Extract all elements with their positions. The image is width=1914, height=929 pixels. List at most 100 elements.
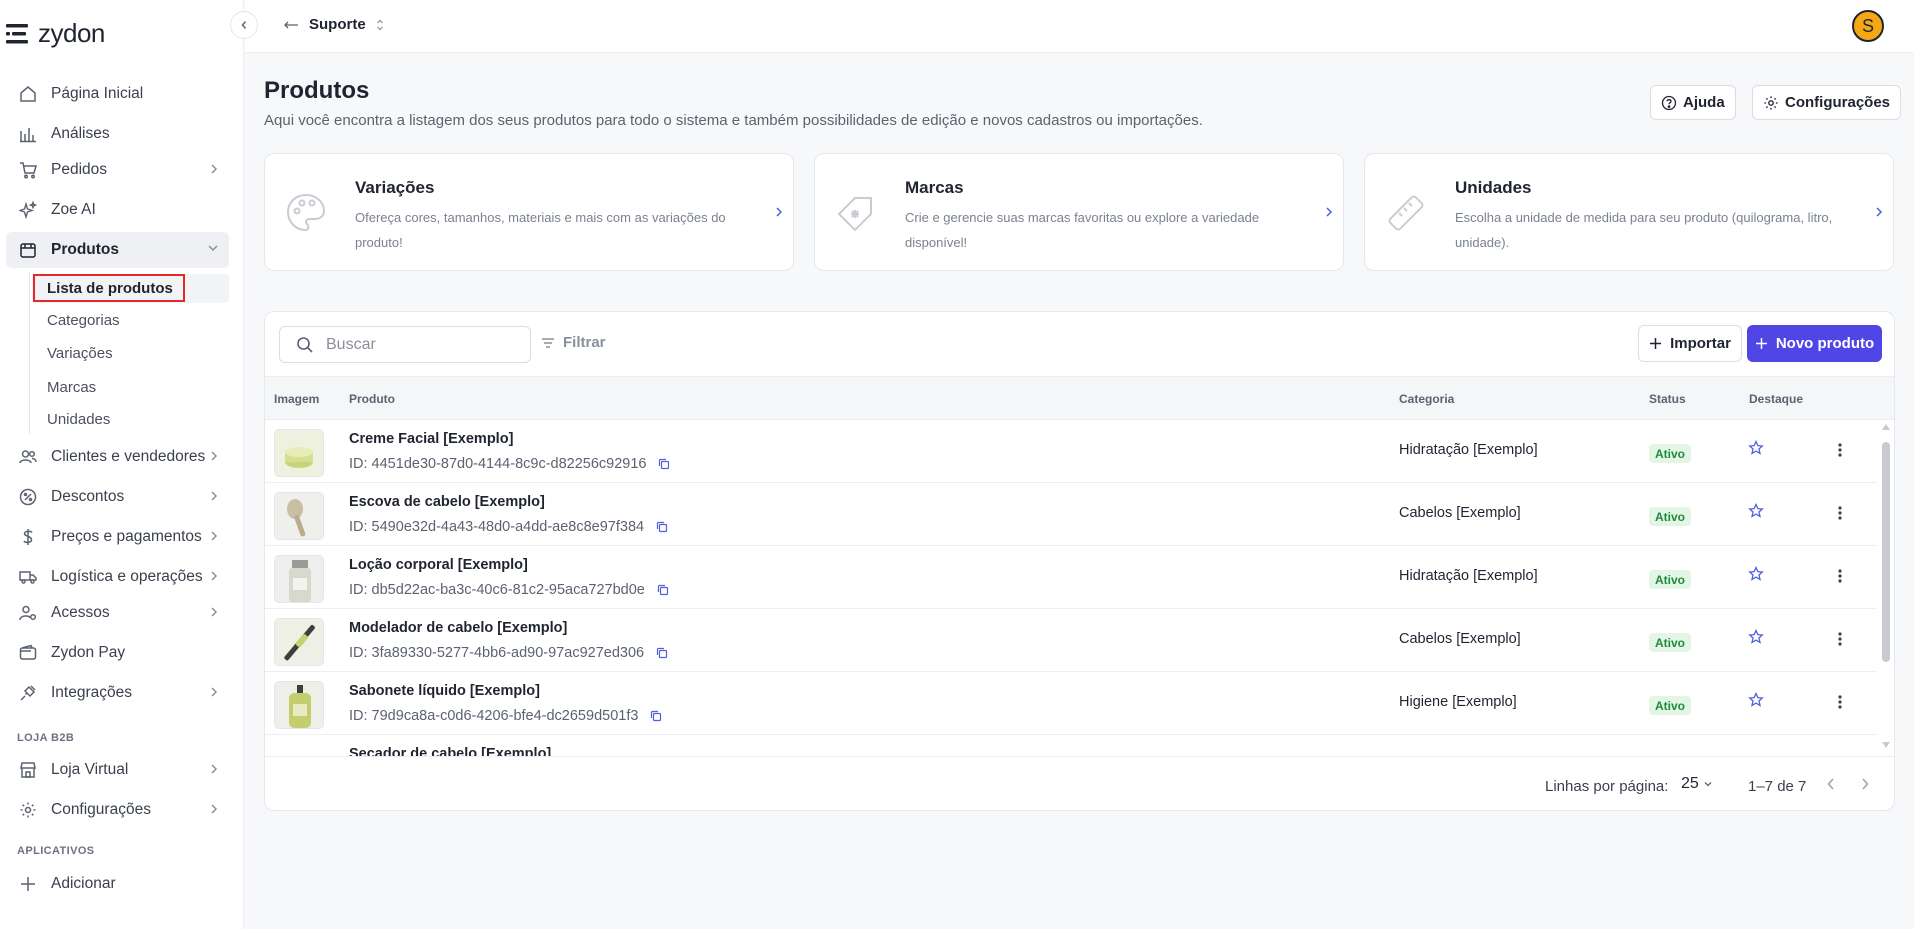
copy-icon[interactable] <box>656 647 668 659</box>
product-category: Cabelos [Exemplo] <box>1399 631 1521 647</box>
more-vertical-icon[interactable] <box>1838 505 1842 521</box>
sidebar-item-zydon-pay[interactable]: Zydon Pay <box>6 635 229 671</box>
table-row[interactable]: Sabonete líquido [Exemplo] ID: 79d9ca8a-… <box>265 672 1877 735</box>
status-badge: Ativo <box>1649 633 1691 652</box>
copy-icon[interactable] <box>657 584 669 596</box>
section-label-aplicativos: APLICATIVOS <box>17 845 95 857</box>
chevron-right-icon <box>775 206 783 218</box>
star-icon[interactable] <box>1748 503 1764 519</box>
product-category: Hidratação [Exemplo] <box>1399 568 1538 584</box>
card-unidades[interactable]: Unidades Escolha a unidade de medida par… <box>1364 153 1894 271</box>
rows-per-page-select[interactable]: 25 <box>1681 775 1713 793</box>
cart-icon <box>17 159 39 181</box>
rows-per-page-label: Linhas por página: <box>1545 778 1669 795</box>
filter-button[interactable]: Filtrar <box>541 334 606 351</box>
product-name: Secador de cabelo [Exemplo] <box>349 746 552 756</box>
copy-icon[interactable] <box>658 458 670 470</box>
more-vertical-icon[interactable] <box>1838 442 1842 458</box>
star-icon[interactable] <box>1748 566 1764 582</box>
chevron-right-icon <box>209 570 219 582</box>
product-category: Cabelos [Exemplo] <box>1399 505 1521 521</box>
table-scrollbar[interactable] <box>1878 420 1894 756</box>
scroll-thumb[interactable] <box>1882 442 1890 662</box>
search-field[interactable] <box>279 326 531 363</box>
avatar[interactable]: S <box>1852 10 1884 42</box>
sidebar-subitem-categorias[interactable]: Categorias <box>32 306 229 335</box>
card-title: Variações <box>355 178 435 197</box>
arrow-left-icon <box>283 20 299 30</box>
storefront-icon <box>17 759 39 781</box>
sidebar-item-logistica[interactable]: Logística e operações <box>6 559 229 595</box>
table-header: Imagem Produto Categoria Status Destaque <box>265 376 1894 420</box>
sidebar-item-adicionar[interactable]: Adicionar <box>6 866 229 902</box>
sidebar-item-descontos[interactable]: Descontos <box>6 479 229 515</box>
sidebar-item-label: Produtos <box>51 241 120 258</box>
import-button[interactable]: Importar <box>1638 325 1742 362</box>
product-image <box>274 429 324 477</box>
sidebar-subitem-marcas[interactable]: Marcas <box>32 373 229 402</box>
table-row[interactable]: Secador de cabelo [Exemplo] <box>265 735 1877 756</box>
gear-icon <box>17 799 39 821</box>
sidebar-item-label: Configurações <box>51 801 151 818</box>
product-name: Creme Facial [Exemplo] <box>349 431 514 447</box>
logo[interactable]: zydon <box>6 18 105 49</box>
card-variacoes[interactable]: Variações Ofereça cores, tamanhos, mater… <box>264 153 794 271</box>
sidebar-item-analises[interactable]: Análises <box>6 116 229 152</box>
sidebar-item-loja-virtual[interactable]: Loja Virtual <box>6 752 229 788</box>
sparkles-icon <box>17 199 39 221</box>
sidebar-item-precos[interactable]: Preços e pagamentos <box>6 519 229 555</box>
more-vertical-icon[interactable] <box>1838 568 1842 584</box>
collapse-sidebar-button[interactable] <box>230 11 258 39</box>
chevron-right-icon <box>209 490 219 502</box>
help-button-label: Ajuda <box>1683 94 1725 111</box>
help-button[interactable]: Ajuda <box>1650 85 1736 120</box>
sidebar-subitem-lista-de-produtos[interactable]: Lista de produtos <box>32 274 229 303</box>
breadcrumb[interactable]: Suporte <box>283 16 384 33</box>
chevron-right-icon <box>209 763 219 775</box>
sidebar-subitem-unidades[interactable]: Unidades <box>32 405 229 434</box>
search-input[interactable] <box>326 335 496 354</box>
sidebar-item-acessos[interactable]: Acessos <box>6 595 229 631</box>
copy-icon[interactable] <box>650 710 662 722</box>
sidebar-item-pagina-inicial[interactable]: Página Inicial <box>6 76 229 112</box>
settings-button[interactable]: Configurações <box>1752 85 1902 120</box>
table-row[interactable]: Modelador de cabelo [Exemplo] ID: 3fa893… <box>265 609 1877 672</box>
new-product-button[interactable]: Novo produto <box>1747 325 1882 362</box>
star-icon[interactable] <box>1748 629 1764 645</box>
chevron-right-icon <box>1875 206 1883 218</box>
card-description: Escolha a unidade de medida para seu pro… <box>1455 210 1833 250</box>
sidebar-item-label: Zoe AI <box>51 201 96 218</box>
card-marcas[interactable]: Marcas Crie e gerencie suas marcas favor… <box>814 153 1344 271</box>
sidebar-item-integracoes[interactable]: Integrações <box>6 675 229 711</box>
discount-icon <box>17 486 39 508</box>
logo-text: zydon <box>38 18 105 48</box>
search-icon <box>296 336 314 354</box>
chevron-down-icon <box>1703 780 1713 788</box>
sidebar-item-zoe-ai[interactable]: Zoe AI <box>6 192 229 228</box>
column-header-categoria: Categoria <box>1399 392 1455 406</box>
palette-icon <box>285 192 327 234</box>
sidebar-item-pedidos[interactable]: Pedidos <box>6 152 229 188</box>
table-row[interactable]: Creme Facial [Exemplo] ID: 4451de30-87d0… <box>265 420 1877 483</box>
table-row[interactable]: Escova de cabelo [Exemplo] ID: 5490e32d-… <box>265 483 1877 546</box>
column-header-produto: Produto <box>349 392 395 406</box>
sidebar-item-clientes[interactable]: Clientes e vendedores <box>6 439 229 475</box>
sidebar-item-produtos[interactable]: Produtos <box>6 232 229 268</box>
product-category: Hidratação [Exemplo] <box>1399 442 1538 458</box>
copy-icon[interactable] <box>656 521 668 533</box>
wallet-icon <box>17 642 39 664</box>
star-icon[interactable] <box>1748 692 1764 708</box>
home-icon <box>17 83 39 105</box>
sidebar-item-configuracoes[interactable]: Configurações <box>6 792 229 828</box>
star-icon[interactable] <box>1748 440 1764 456</box>
filter-label: Filtrar <box>563 334 606 351</box>
sidebar-item-label: Loja Virtual <box>51 761 129 778</box>
sidebar-subitem-variacoes[interactable]: Variações <box>32 339 229 368</box>
more-vertical-icon[interactable] <box>1838 694 1842 710</box>
more-vertical-icon[interactable] <box>1838 631 1842 647</box>
product-image <box>274 555 324 603</box>
product-id: ID: 3fa89330-5277-4bb6-ad90-97ac927ed306 <box>349 645 668 661</box>
previous-page-icon[interactable] <box>1826 777 1836 791</box>
next-page-icon[interactable] <box>1860 777 1870 791</box>
table-row[interactable]: Loção corporal [Exemplo] ID: db5d22ac-ba… <box>265 546 1877 609</box>
